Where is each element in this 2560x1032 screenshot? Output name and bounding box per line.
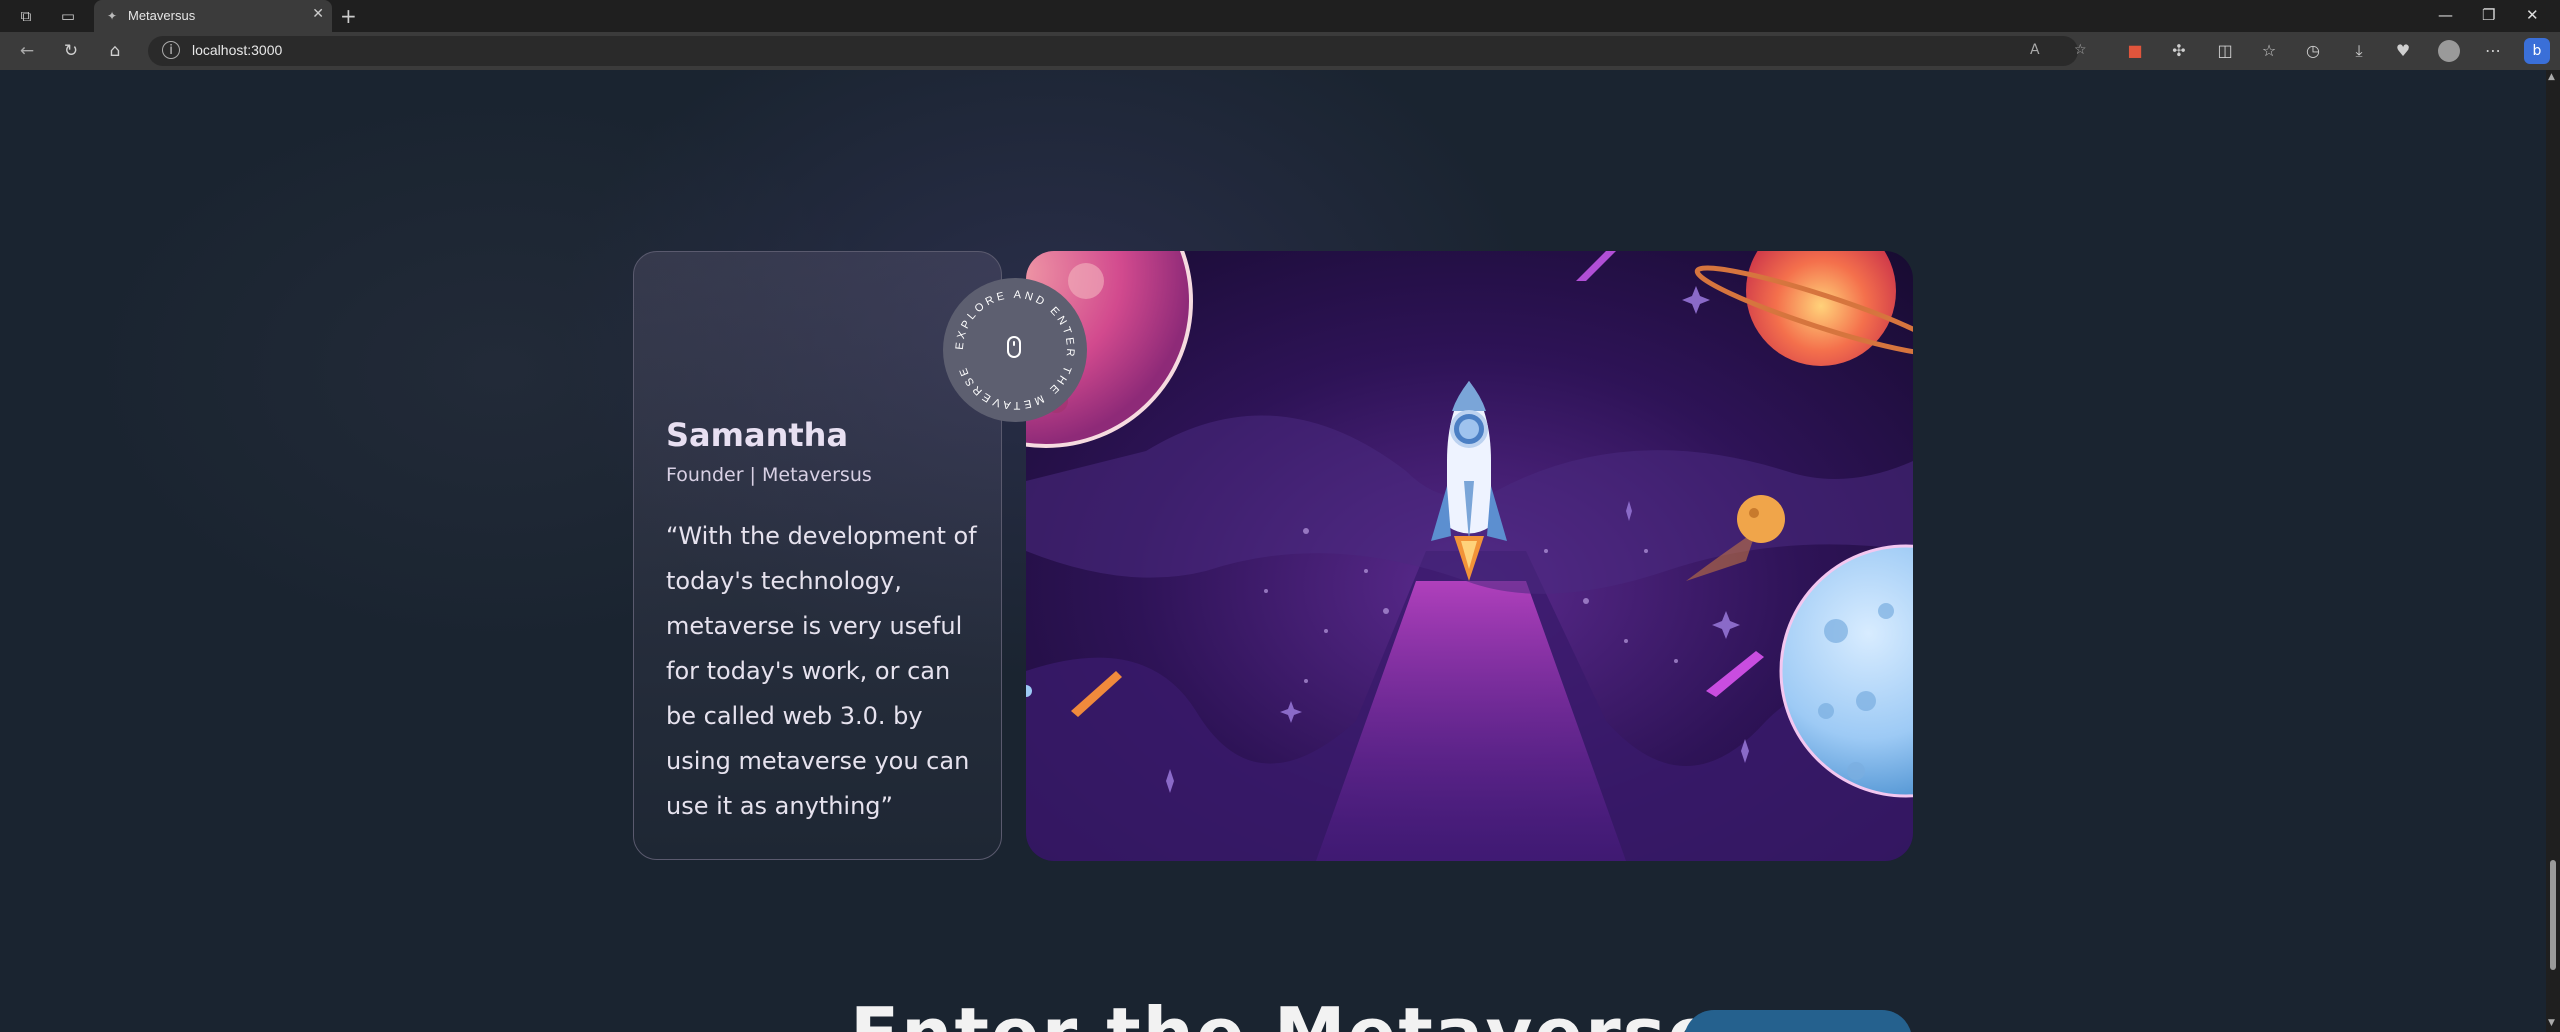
new-tab-icon[interactable]: +: [340, 4, 357, 28]
favorites-icon[interactable]: ☆: [2258, 41, 2280, 60]
enter-metaverse-button[interactable]: [1684, 1010, 1912, 1032]
more-menu-icon[interactable]: ⋯: [2482, 41, 2504, 60]
downloads-icon[interactable]: ⤓: [2348, 41, 2370, 61]
mouse-scroll-icon: [1007, 336, 1021, 358]
site-info-icon[interactable]: i: [162, 41, 180, 59]
home-icon[interactable]: ⌂: [104, 41, 126, 61]
address-bar[interactable]: i localhost:3000 A ☆: [148, 36, 2087, 66]
browser-tab[interactable]: ✦ Metaversus ✕: [94, 0, 332, 32]
window-close-icon[interactable]: ✕: [2526, 6, 2539, 24]
enter-metaverse-heading: Enter the Metaverse: [850, 992, 1718, 1032]
scroll-down-icon[interactable]: ▼: [2548, 1018, 2555, 1028]
minimize-icon[interactable]: —: [2438, 6, 2453, 24]
back-icon[interactable]: ←: [16, 41, 38, 61]
page-viewport: Samantha Founder | Metaversus “With the …: [0, 70, 2546, 1032]
url-text[interactable]: localhost:3000: [192, 42, 282, 58]
testimonial-name: Samantha: [666, 416, 849, 454]
browser-tab-bar: ⧉ ▭ ✦ Metaversus ✕ + — ❐ ✕: [0, 0, 2560, 32]
testimonial-role: Founder | Metaversus: [666, 464, 872, 486]
scrollbar-thumb[interactable]: [2550, 860, 2556, 970]
metaversus-favicon-icon: ✦: [106, 9, 118, 23]
workspaces-icon[interactable]: ⧉: [16, 6, 36, 26]
scroll-up-icon[interactable]: ▲: [2548, 72, 2555, 82]
history-icon[interactable]: ◷: [2302, 41, 2324, 60]
tab-title: Metaversus: [128, 8, 196, 23]
tab-actions-icon[interactable]: ▭: [58, 6, 78, 26]
close-tab-icon[interactable]: ✕: [312, 6, 324, 22]
rocket-space-illustration: [1026, 251, 1913, 861]
extension-icon[interactable]: ■: [2124, 41, 2146, 60]
performance-icon[interactable]: ♥: [2392, 41, 2414, 60]
read-aloud-icon[interactable]: A: [2030, 42, 2040, 58]
page-scrollbar[interactable]: ▲ ▼: [2546, 70, 2560, 1032]
extensions-puzzle-icon[interactable]: ✣: [2168, 41, 2190, 60]
testimonial-quote: “With the development of today's technol…: [666, 522, 977, 820]
split-screen-icon[interactable]: ◫: [2214, 41, 2236, 60]
reload-icon[interactable]: ↻: [60, 41, 82, 61]
favorite-star-icon[interactable]: ☆: [2074, 42, 2087, 58]
restore-icon[interactable]: ❐: [2482, 6, 2495, 24]
profile-avatar[interactable]: [2438, 40, 2460, 62]
browser-toolbar: ← ↻ ⌂ i localhost:3000 A ☆ ■ ✣ ◫ ☆ ◷ ⤓ ♥…: [0, 32, 2560, 70]
explore-metaverse-badge[interactable]: EXPLORE AND ENTER THE METAVERSE: [943, 278, 1087, 422]
copilot-icon[interactable]: b: [2524, 38, 2550, 64]
